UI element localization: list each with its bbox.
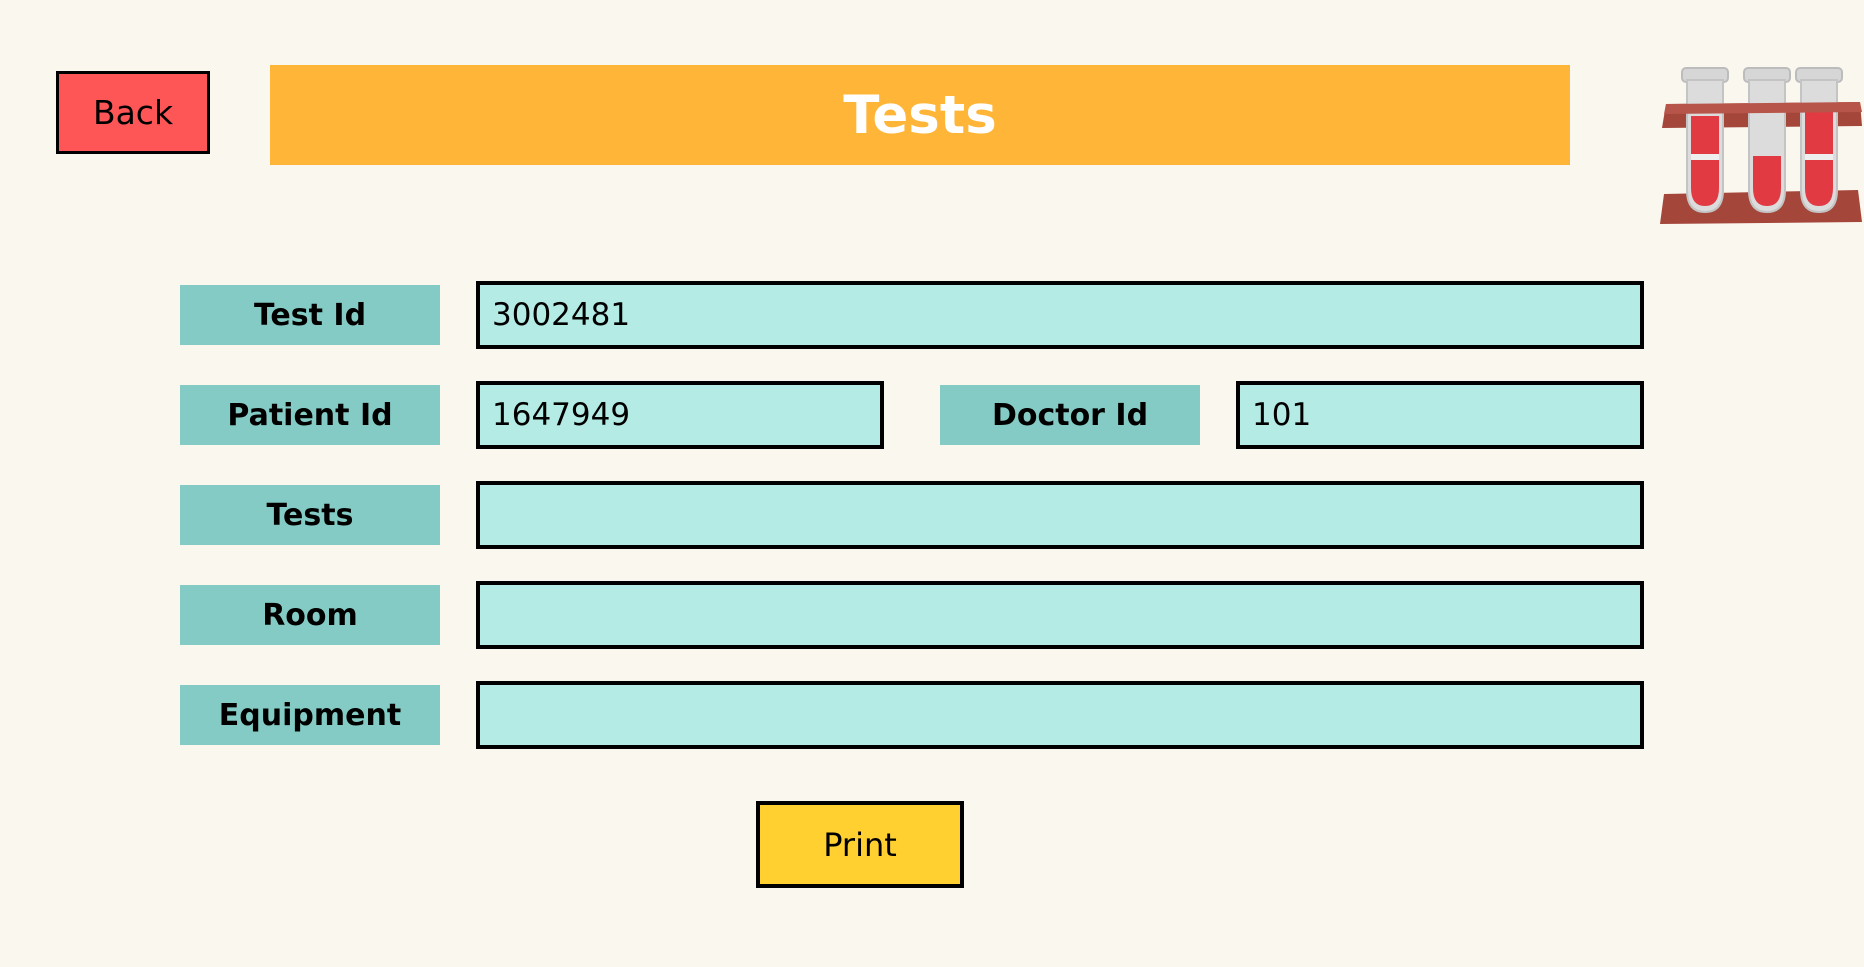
- page-title: Tests: [270, 65, 1570, 165]
- test-tube-rack-icon: [1658, 62, 1864, 230]
- patient-id-label: Patient Id: [180, 385, 440, 445]
- doctor-id-input[interactable]: [1236, 381, 1644, 449]
- test-id-input[interactable]: [476, 281, 1644, 349]
- tests-page: Back Tests Test Id 3002481 Patient Id 16…: [0, 0, 1864, 967]
- tests-input[interactable]: [476, 481, 1644, 549]
- back-button[interactable]: Back: [56, 71, 210, 154]
- room-label: Room: [180, 585, 440, 645]
- room-input[interactable]: [476, 581, 1644, 649]
- doctor-id-label: Doctor Id: [940, 385, 1200, 445]
- test-id-label: Test Id: [180, 285, 440, 345]
- equipment-input[interactable]: [476, 681, 1644, 749]
- patient-id-input[interactable]: [476, 381, 884, 449]
- equipment-label: Equipment: [180, 685, 440, 745]
- print-button[interactable]: Print: [756, 801, 964, 888]
- tests-label: Tests: [180, 485, 440, 545]
